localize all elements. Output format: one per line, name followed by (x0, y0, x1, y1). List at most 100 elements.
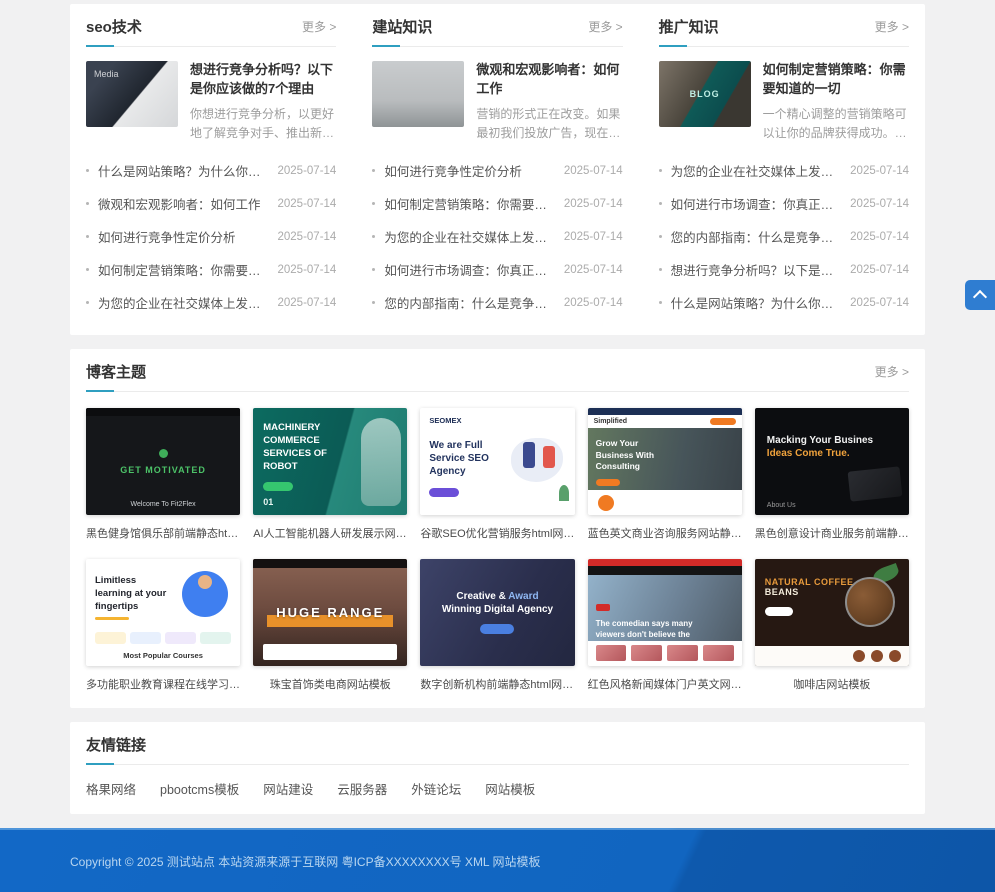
article-date: 2025-07-14 (850, 264, 909, 276)
article-date: 2025-07-14 (278, 198, 337, 210)
friend-link[interactable]: 云服务器 (337, 779, 387, 798)
theme-thumbnail[interactable]: Macking Your Busines Ideas Come True. Ab… (755, 408, 909, 515)
article-date: 2025-07-14 (850, 165, 909, 177)
thumb-button (480, 624, 514, 634)
theme-item: Simplified Grow Your Business With Consu… (588, 408, 742, 541)
friend-link[interactable]: 格果网络 (86, 779, 136, 798)
news-tile (667, 645, 698, 661)
more-link[interactable]: 更多 > (875, 18, 909, 35)
bullet-icon (372, 268, 375, 271)
section-title: 博客主题 (86, 361, 146, 382)
thumb-navbar (588, 566, 742, 575)
article-title: 如何制定营销策略：你需要知道的一切 (98, 260, 268, 279)
article-date: 2025-07-14 (278, 231, 337, 243)
chip (130, 632, 161, 644)
article-date: 2025-07-14 (564, 198, 623, 210)
list-item[interactable]: 为您的企业在社交媒体上发布什么2025-07-14 (372, 220, 622, 253)
thumb-headline: Creative & Award (456, 591, 538, 602)
featured-title[interactable]: 微观和宏观影响者：如何工作 (476, 61, 622, 99)
thumb-headline: We are Full Service SEO Agency (429, 439, 504, 478)
list-item[interactable]: 如何进行竞争性定价分析2025-07-14 (86, 220, 336, 253)
featured-excerpt: 一个精心调整的营销策略可以让你的品牌获得成功。尽管制定营销策略的原则保持不变，但… (763, 105, 909, 145)
list-item[interactable]: 微观和宏观影响者：如何工作 2025-07-14 (86, 187, 336, 220)
article-title: 微观和宏观影响者：如何工作 (98, 194, 268, 213)
article-list: 什么是网站策略？为什么你需要它以及你如何做到2025-07-14 微观和宏观影响… (86, 154, 336, 319)
theme-thumbnail[interactable]: Creative & Award Winning Digital Agency (420, 559, 574, 666)
friend-link[interactable]: 网站建设 (263, 779, 313, 798)
list-item[interactable]: 想进行竞争分析吗？以下是你应该做的7个理由2025-07-14 (659, 253, 909, 286)
list-item[interactable]: 如何进行竞争性定价分析2025-07-14 (372, 154, 622, 187)
friend-link[interactable]: pbootcms模板 (160, 779, 239, 798)
list-item[interactable]: 如何制定营销策略：你需要知道的一切 2025-07-14 (372, 187, 622, 220)
featured-title[interactable]: 想进行竞争分析吗？以下是你应该做的7个理由 (190, 61, 336, 99)
article-title: 为您的企业在社交媒体上发布什么 (671, 161, 841, 180)
more-link[interactable]: 更多 > (302, 18, 336, 35)
list-item[interactable]: 您的内部指南：什么是竞争环境分析？2025-07-14 (372, 286, 622, 319)
article-title: 什么是网站策略？为什么你需要它以及你如何做到 (98, 161, 268, 180)
list-item[interactable]: 如何制定营销策略：你需要知道的一切2025-07-14 (86, 253, 336, 286)
theme-thumbnail[interactable]: NATURAL COFFEE BEANS (755, 559, 909, 666)
thumb-navbar: Simplified (588, 415, 742, 428)
featured-image[interactable]: Media (86, 61, 178, 127)
theme-caption[interactable]: 数字创新机构前端静态html网站模板 (420, 676, 574, 692)
featured-article[interactable]: Media 想进行竞争分析吗？以下是你应该做的7个理由 你想进行竞争分析，以更好… (86, 47, 336, 152)
theme-caption[interactable]: 谷歌SEO优化营销服务html网站模板 (420, 525, 574, 541)
article-title: 如何制定营销策略：你需要知道的一切 (384, 194, 554, 213)
theme-thumbnail[interactable]: Simplified Grow Your Business With Consu… (588, 408, 742, 515)
chip (95, 632, 126, 644)
featured-image[interactable]: BLOG (659, 61, 751, 127)
thumb-button (765, 607, 793, 616)
theme-thumbnail[interactable]: Limitless learning at your fingertips Mo… (86, 559, 240, 666)
section-header: 推广知识 更多 > (659, 16, 909, 47)
article-title: 什么是网站策略？为什么你需要它以及你如何做到 (671, 293, 841, 312)
article-column-jianzhan: 建站知识 更多 > 微观和宏观影响者：如何工作 营销的形式正在改变。如果最初我们… (372, 16, 622, 319)
featured-title[interactable]: 如何制定营销策略：你需要知道的一切 (763, 61, 909, 99)
featured-image[interactable] (372, 61, 464, 127)
theme-item: SEOMEX We are Full Service SEO Agency 谷歌… (420, 408, 574, 541)
theme-caption[interactable]: 咖啡店网站模板 (755, 676, 909, 692)
theme-caption[interactable]: 黑色创意设计商业服务前端静态html5网站模板 (755, 525, 909, 541)
article-title: 如何进行竞争性定价分析 (384, 161, 554, 180)
list-item[interactable]: 为您的企业在社交媒体上发布什么 2025-07-14 (659, 154, 909, 187)
theme-thumbnail[interactable]: SEOMEX We are Full Service SEO Agency (420, 408, 574, 515)
bullet-icon (372, 235, 375, 238)
section-title: 友情链接 (86, 734, 146, 755)
theme-caption[interactable]: 红色风格新闻媒体门户英文网站模板 (588, 676, 742, 692)
theme-caption[interactable]: 珠宝首饰类电商网站模板 (253, 676, 407, 692)
news-tile (703, 645, 734, 661)
article-date: 2025-07-14 (564, 264, 623, 276)
theme-caption[interactable]: 蓝色英文商业咨询服务网站静态html模板 (588, 525, 742, 541)
back-to-top-button[interactable] (965, 280, 995, 310)
list-item[interactable]: 什么是网站策略？为什么你需要它以及你如何做到2025-07-14 (86, 154, 336, 187)
theme-caption[interactable]: 黑色健身馆俱乐部前端静态html网站模板 (86, 525, 240, 541)
thumb-subtext: Most Popular Courses (86, 651, 240, 660)
list-item[interactable]: 为您的企业在社交媒体上发布什么2025-07-14 (86, 286, 336, 319)
chip (165, 632, 196, 644)
list-item[interactable]: 您的内部指南：什么是竞争环境分析？2025-07-14 (659, 220, 909, 253)
theme-caption[interactable]: AI人工智能机器人研发展示网站模板 (253, 525, 407, 541)
list-item[interactable]: 如何进行市场调查：你真正需要知道的2025-07-14 (659, 187, 909, 220)
more-link[interactable]: 更多 > (588, 18, 622, 35)
thumb-hero-photo: The comedian says many viewers don't bel… (588, 575, 742, 641)
more-link[interactable]: 更多 > (875, 363, 909, 380)
friend-link[interactable]: 外链论坛 (411, 779, 461, 798)
article-title: 为您的企业在社交媒体上发布什么 (384, 227, 554, 246)
chevron-up-icon (973, 290, 987, 304)
thumb-subtext: Welcome To Fit2Flex (86, 501, 240, 508)
list-item[interactable]: 如何进行市场调查：你真正需要知道的2025-07-14 (372, 253, 622, 286)
bullet-icon (659, 169, 662, 172)
theme-thumbnail[interactable]: HUGE RANGE (253, 559, 407, 666)
featured-text: 想进行竞争分析吗？以下是你应该做的7个理由 你想进行竞争分析，以更好地了解竞争对… (190, 61, 336, 144)
theme-caption[interactable]: 多功能职业教育课程在线学习平台网站模板 (86, 676, 240, 692)
friend-link[interactable]: 网站模板 (485, 779, 535, 798)
coffee-circle (889, 650, 901, 662)
thumb-hero-photo: Grow Your Business With Consulting (588, 428, 742, 490)
featured-article[interactable]: BLOG 如何制定营销策略：你需要知道的一切 一个精心调整的营销策略可以让你的品… (659, 47, 909, 152)
featured-article[interactable]: 微观和宏观影响者：如何工作 营销的形式正在改变。如果最初我们投放广告，现在我们正… (372, 47, 622, 152)
list-item[interactable]: 什么是网站策略？为什么你需要它以及你如何做到2025-07-14 (659, 286, 909, 319)
thumb-button (596, 479, 620, 486)
theme-thumbnail[interactable]: MACHINERY COMMERCE SERVICES OF ROBOT 01 (253, 408, 407, 515)
theme-thumbnail[interactable]: The comedian says many viewers don't bel… (588, 559, 742, 666)
theme-thumbnail[interactable]: GET MOTIVATED Welcome To Fit2Flex (86, 408, 240, 515)
thumb-headline: HUGE RANGE (276, 605, 384, 620)
